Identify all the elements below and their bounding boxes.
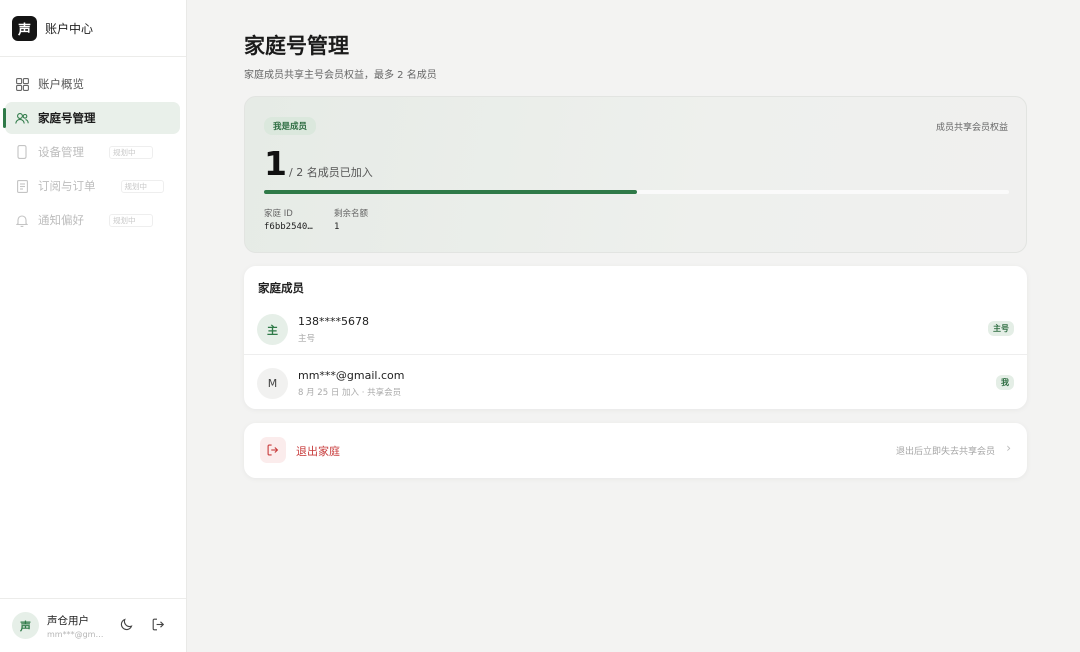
- page-title: 家庭号管理: [244, 34, 349, 58]
- remaining-value: 1: [334, 222, 340, 232]
- member-count: 1: [264, 144, 287, 183]
- sidebar-item-orders: 订阅与订单 规划中: [5, 170, 180, 202]
- sidebar-item-devices: 设备管理 规划中: [5, 136, 180, 168]
- remaining-label: 剩余名额: [334, 209, 369, 219]
- phone-icon: [15, 145, 29, 159]
- user-name: 声仓用户: [47, 614, 89, 627]
- avatar: M: [257, 368, 288, 399]
- logout-icon: [152, 616, 165, 635]
- planned-tag: 规划中: [109, 213, 153, 227]
- planned-tag: 规划中: [120, 179, 164, 193]
- sidebar-item-label: 订阅与订单: [38, 179, 96, 193]
- member-name: 138****5678: [298, 315, 369, 328]
- exit-family-hint: 退出后立即失去共享会员: [895, 447, 995, 457]
- exit-family-label: 退出家庭: [296, 445, 340, 458]
- app-logo: 声: [12, 15, 37, 41]
- avatar: 主: [257, 314, 288, 345]
- list-item[interactable]: M mm***@gmail.com 8 月 25 日 加入 · 共享会员 我: [244, 355, 1027, 409]
- sidebar-item-label: 家庭号管理: [38, 111, 96, 125]
- family-stats-card: 我是成员 成员共享会员权益 1 / 2 名成员已加入 家庭 ID f6bb254…: [244, 96, 1027, 253]
- grid-icon: [15, 77, 29, 91]
- app-title: 账户中心: [45, 21, 94, 36]
- family-id-label: 家庭 ID: [264, 209, 293, 219]
- user-email: mm***@gmail.com: [47, 629, 105, 639]
- theme-toggle-button[interactable]: [115, 615, 137, 637]
- sidebar-item-family[interactable]: 家庭号管理: [3, 102, 180, 134]
- sidebar-item-overview[interactable]: 账户概览: [5, 68, 180, 100]
- member-progress-fill: [264, 190, 637, 194]
- member-meta: 8 月 25 日 加入 · 共享会员: [298, 388, 402, 398]
- page-subtitle: 家庭成员共享主号会员权益，最多 2 名成员: [244, 70, 437, 81]
- list-item[interactable]: 主 138****5678 主号 主号: [244, 301, 1027, 355]
- users-icon: [15, 111, 29, 125]
- role-badge: 我是成员: [264, 117, 317, 135]
- bell-icon: [15, 213, 29, 227]
- avatar[interactable]: 声: [12, 612, 39, 639]
- owner-badge: 主号: [988, 321, 1014, 336]
- sidebar-item-label: 账户概览: [38, 77, 84, 91]
- moon-icon: [120, 616, 133, 635]
- exit-family-button[interactable]: 退出家庭 退出后立即失去共享会员 ›: [244, 423, 1027, 478]
- user-panel: 声 声仓用户 mm***@gmail.com: [0, 598, 186, 652]
- member-total: / 2 名成员已加入: [289, 166, 373, 179]
- family-id-value: f6bb2540…: [264, 222, 313, 232]
- members-card: 家庭成员 主 138****5678 主号 主号 M mm***@gmail.c…: [244, 266, 1027, 409]
- planned-tag: 规划中: [109, 145, 153, 159]
- sidebar-item-label: 通知偏好: [38, 213, 84, 227]
- sidebar-item-notifications: 通知偏好 规划中: [5, 204, 180, 236]
- member-meta: 主号: [298, 334, 316, 344]
- logout-button[interactable]: [147, 615, 169, 637]
- sidebar-nav: 账户概览 家庭号管理 设备管理 规划中 订阅与订单 规划中 通知偏好 规划中: [0, 57, 186, 236]
- exit-icon: [260, 437, 286, 463]
- receipt-icon: [15, 179, 29, 193]
- brand-header: 声 账户中心: [0, 0, 186, 57]
- sidebar-item-label: 设备管理: [38, 145, 84, 159]
- chevron-right-icon: ›: [1006, 441, 1011, 455]
- benefit-label: 成员共享会员权益: [935, 123, 1008, 133]
- main-content: 家庭号管理 家庭成员共享主号会员权益，最多 2 名成员 我是成员 成员共享会员权…: [187, 0, 1080, 652]
- members-title: 家庭成员: [258, 281, 304, 295]
- member-progress-bar: [264, 190, 1009, 194]
- user-info: 声仓用户 mm***@gmail.com: [47, 613, 105, 639]
- member-name: mm***@gmail.com: [298, 369, 405, 382]
- self-badge: 我: [996, 375, 1014, 390]
- sidebar: 声 账户中心 账户概览 家庭号管理 设备管理 规划中 订阅与订单 规划中 通知偏…: [0, 0, 187, 652]
